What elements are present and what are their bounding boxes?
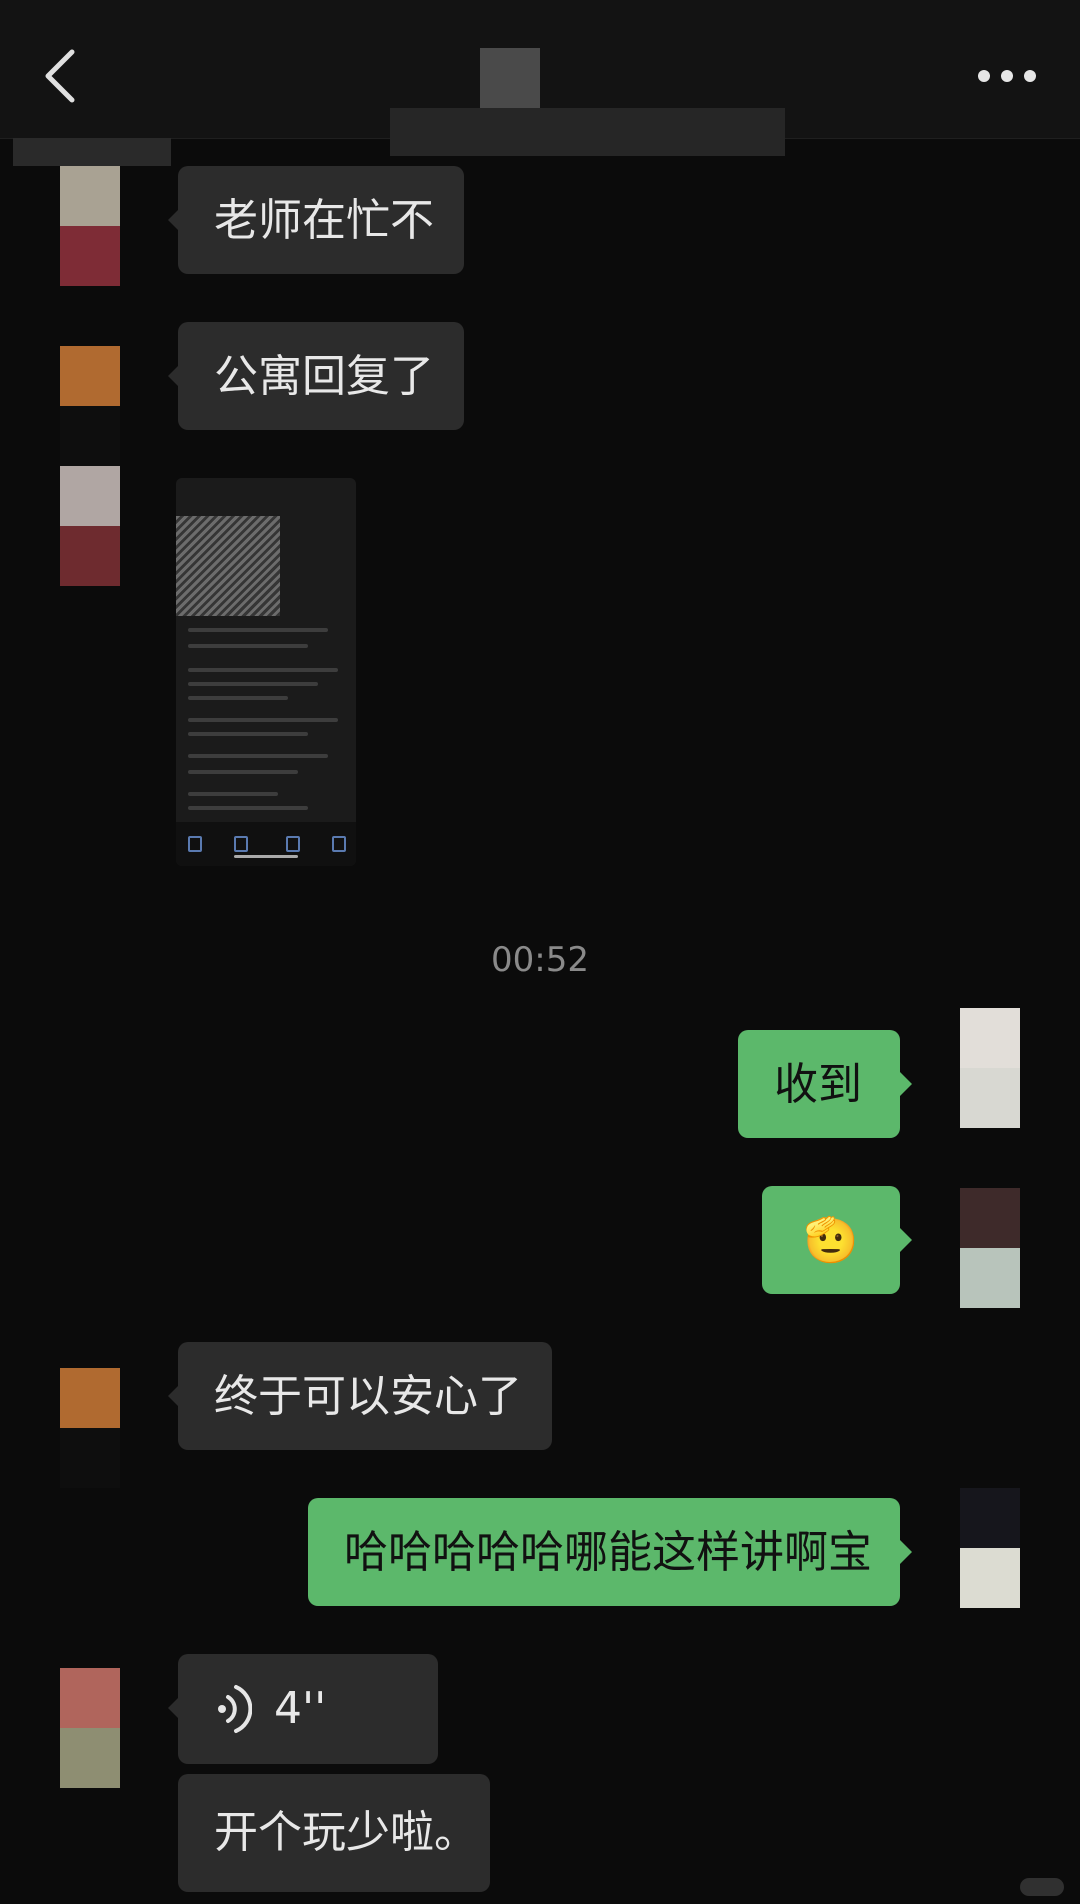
voice-message[interactable]: 4'' xyxy=(168,1654,438,1764)
back-button[interactable] xyxy=(38,44,86,108)
my-avatar[interactable] xyxy=(960,1488,1020,1608)
watermark-badge xyxy=(1020,1878,1064,1896)
sender-avatar[interactable] xyxy=(60,346,120,466)
sender-avatar[interactable] xyxy=(60,466,120,586)
contact-avatar-redacted[interactable] xyxy=(480,48,540,108)
outgoing-emoji-message[interactable]: 🫡 xyxy=(762,1186,912,1294)
sender-avatar[interactable] xyxy=(60,166,120,286)
ellipsis-icon xyxy=(978,70,1036,82)
outgoing-message[interactable]: 哈哈哈哈哈哪能这样讲啊宝 xyxy=(308,1498,912,1606)
more-button[interactable] xyxy=(972,56,1042,96)
message-text: 终于可以安心了 xyxy=(214,1371,522,1422)
voice-wave-icon xyxy=(218,1685,252,1733)
message-text: 老师在忙不 xyxy=(214,195,434,246)
incoming-message[interactable]: 老师在忙不 xyxy=(168,166,464,274)
sender-name-redacted xyxy=(13,138,171,166)
my-avatar[interactable] xyxy=(960,1188,1020,1308)
salute-emoji-icon: 🫡 xyxy=(803,1215,859,1266)
incoming-message[interactable]: 开个玩少啦。 xyxy=(178,1774,490,1892)
my-avatar[interactable] xyxy=(960,1008,1020,1128)
sender-avatar[interactable] xyxy=(60,1368,120,1488)
image-message-thumbnail[interactable] xyxy=(176,478,356,866)
image-content xyxy=(176,516,280,616)
sender-avatar[interactable] xyxy=(60,1668,120,1788)
incoming-message[interactable]: 终于可以安心了 xyxy=(168,1342,552,1450)
timestamp: 00:52 xyxy=(491,940,589,980)
message-text: 公寓回复了 xyxy=(214,351,434,402)
contact-name-redacted xyxy=(390,108,785,156)
outgoing-message[interactable]: 收到 xyxy=(738,1030,912,1138)
message-text: 开个玩少啦。 xyxy=(214,1807,478,1858)
message-text: 收到 xyxy=(774,1059,862,1110)
chevron-left-icon xyxy=(45,49,75,103)
message-text: 哈哈哈哈哈哪能这样讲啊宝 xyxy=(344,1527,872,1578)
incoming-message[interactable]: 公寓回复了 xyxy=(168,322,464,430)
voice-duration: 4'' xyxy=(274,1683,327,1734)
image-toolbar xyxy=(176,822,356,866)
